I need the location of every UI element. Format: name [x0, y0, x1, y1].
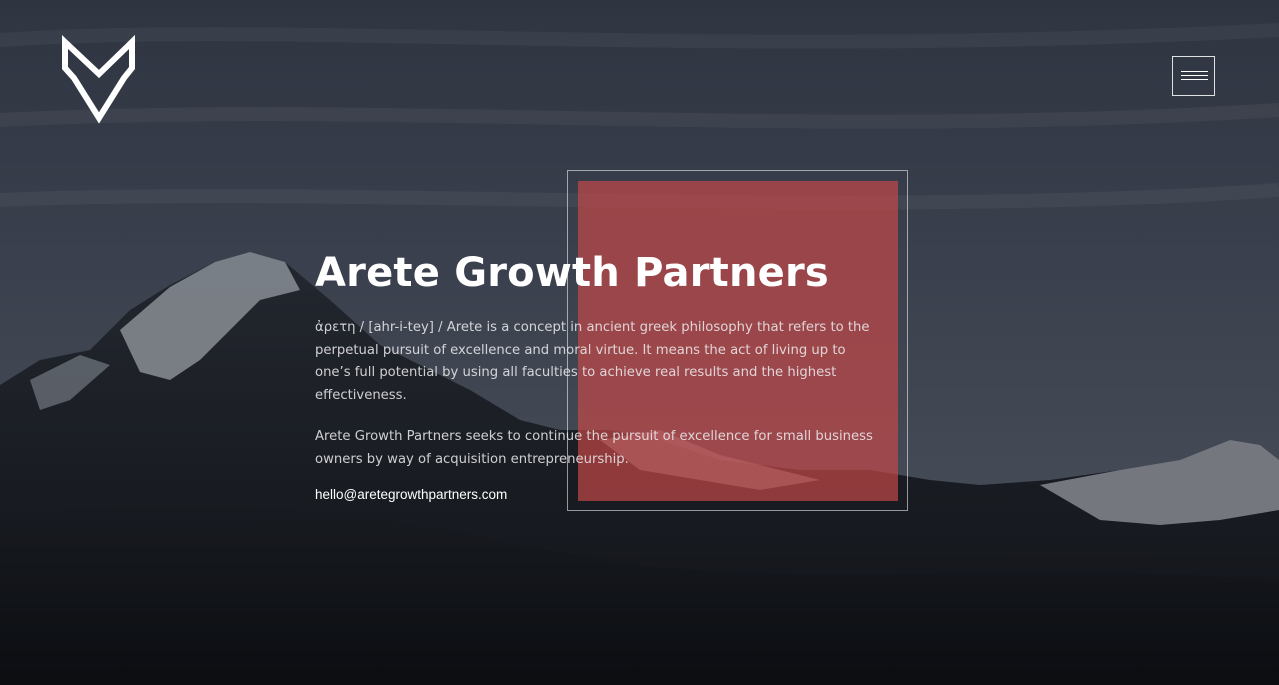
mv-chevron-logo-icon	[62, 34, 135, 124]
mission-paragraph: Arete Growth Partners seeks to continue …	[315, 429, 873, 467]
page-title: Arete Growth Partners	[315, 250, 829, 296]
menu-button[interactable]	[1172, 56, 1215, 96]
hamburger-menu-icon	[1181, 71, 1208, 83]
definition-paragraph: ἀρετη / [ahr-i-tey] / Arete is a concept…	[315, 320, 870, 403]
email-link[interactable]: hello@aretegrowthpartners.com	[315, 487, 507, 502]
hero-content: Arete Growth Partners ἀρετη / [ahr-i-tey…	[315, 248, 875, 504]
brand-logo[interactable]	[60, 34, 138, 124]
